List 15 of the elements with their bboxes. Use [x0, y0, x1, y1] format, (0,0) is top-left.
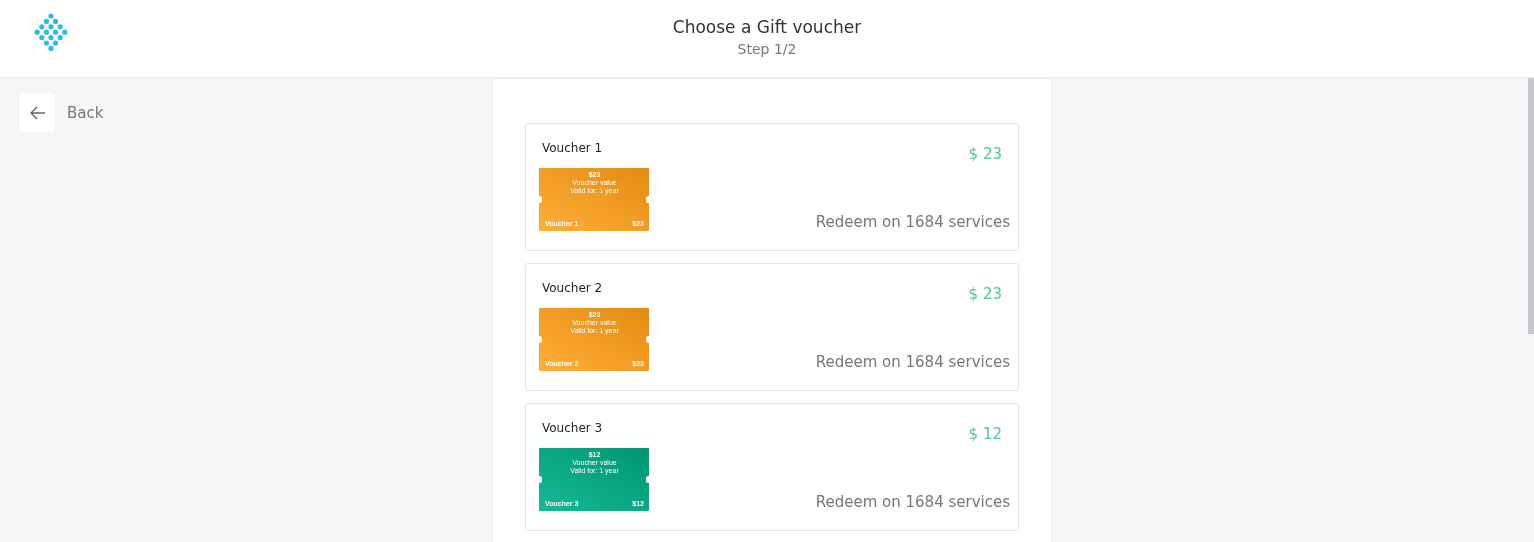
back-link[interactable]: Back — [67, 103, 104, 122]
back-button[interactable] — [20, 93, 55, 132]
redeem-info: Redeem on 1684 services — [815, 353, 1010, 371]
voucher-name: Voucher 1 — [542, 141, 604, 155]
redeem-info: Redeem on 1684 services — [815, 213, 1010, 231]
voucher-name: Voucher 3 — [542, 421, 604, 435]
voucher-price: $ 23 — [968, 145, 1002, 163]
arrow-left-icon — [29, 105, 46, 120]
voucher-price: $ 12 — [968, 425, 1002, 443]
scrollbar[interactable] — [1528, 78, 1534, 334]
step-indicator: Step 1/2 — [737, 40, 797, 57]
redeem-info: Redeem on 1684 services — [815, 493, 1010, 511]
voucher-price: $ 23 — [968, 285, 1002, 303]
voucher-name: Voucher 2 — [542, 281, 604, 295]
page-title: Choose a Gift voucher — [672, 16, 862, 37]
